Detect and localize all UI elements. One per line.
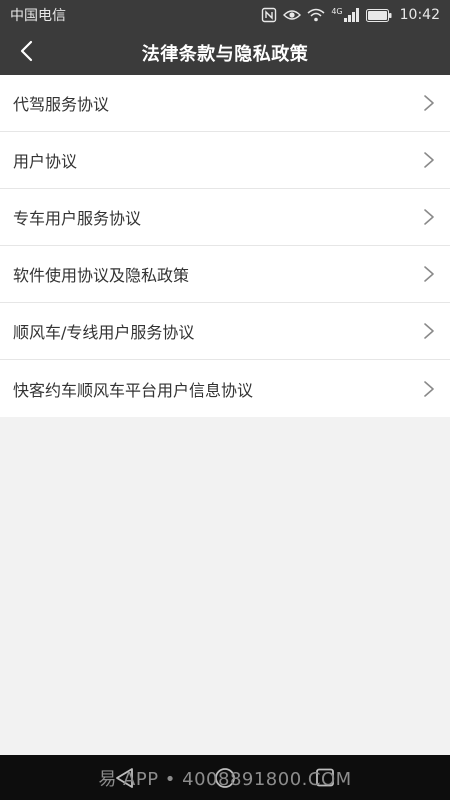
agreement-list: 代驾服务协议 用户协议 专车用户服务协议 软件使用协议及隐私政策 顺风车/专线用… xyxy=(0,75,450,417)
chevron-right-icon xyxy=(422,150,436,170)
battery-icon xyxy=(365,8,392,22)
nfc-icon xyxy=(261,7,277,23)
home-circle-icon[interactable] xyxy=(213,767,237,789)
list-item-user-agreement[interactable]: 用户协议 xyxy=(0,132,450,189)
chevron-right-icon xyxy=(422,264,436,284)
list-item-label: 用户协议 xyxy=(13,152,78,171)
back-button[interactable] xyxy=(8,30,44,75)
back-triangle-icon[interactable] xyxy=(113,767,137,789)
eye-icon xyxy=(283,8,302,22)
list-item-private-car-agreement[interactable]: 专车用户服务协议 xyxy=(0,189,450,246)
status-bar: 中国电信 4G 10:42 xyxy=(0,0,450,30)
signal-icon: 4G xyxy=(331,8,359,22)
network-type: 4G xyxy=(331,7,343,16)
list-item-label: 代驾服务协议 xyxy=(13,95,110,114)
nav-bar: 法律条款与隐私政策 xyxy=(0,30,450,75)
list-item-label: 专车用户服务协议 xyxy=(13,209,142,228)
list-item-carpool-line-agreement[interactable]: 顺风车/专线用户服务协议 xyxy=(0,303,450,360)
clock: 10:42 xyxy=(399,7,440,23)
wifi-icon xyxy=(307,8,325,22)
list-item-label: 顺风车/专线用户服务协议 xyxy=(13,323,195,342)
list-item-chauffeur-agreement[interactable]: 代驾服务协议 xyxy=(0,75,450,132)
chevron-right-icon xyxy=(422,207,436,227)
list-item-software-privacy-policy[interactable]: 软件使用协议及隐私政策 xyxy=(0,246,450,303)
chevron-right-icon xyxy=(422,93,436,113)
nav-keys xyxy=(0,755,450,800)
chevron-right-icon xyxy=(422,321,436,341)
status-icons: 4G 10:42 xyxy=(261,7,440,23)
carrier-name: 中国电信 xyxy=(10,8,66,24)
chevron-right-icon xyxy=(422,379,436,399)
list-item-label: 软件使用协议及隐私政策 xyxy=(13,266,190,285)
list-item-label: 快客约车顺风车平台用户信息协议 xyxy=(13,380,254,400)
list-item-carpool-info-agreement[interactable]: 快客约车顺风车平台用户信息协议 xyxy=(0,360,450,417)
chevron-left-icon xyxy=(19,40,33,66)
page-title: 法律条款与隐私政策 xyxy=(141,43,309,65)
recents-square-icon[interactable] xyxy=(313,767,337,789)
system-nav-bar: 易 APP • 4008891800.COM xyxy=(0,755,450,800)
